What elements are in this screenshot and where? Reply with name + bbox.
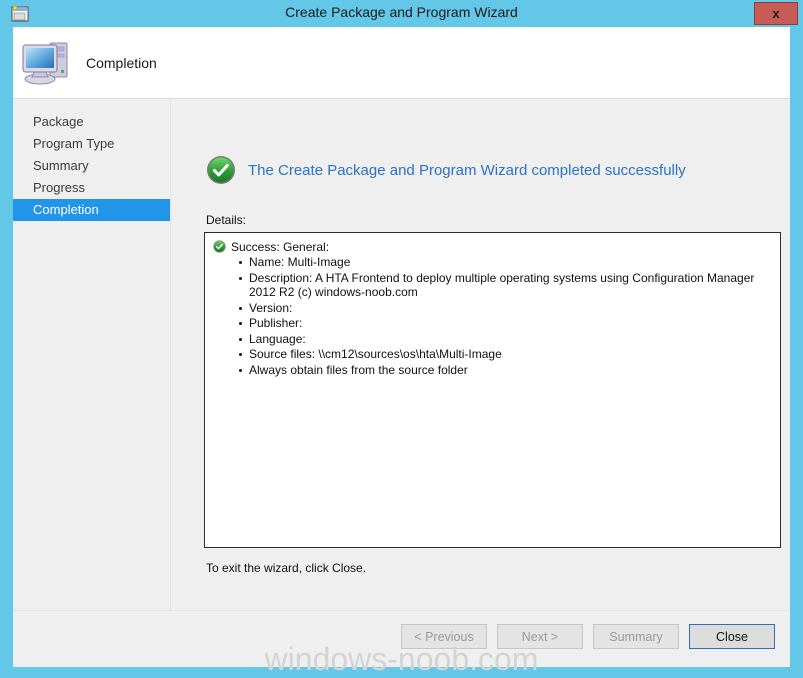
sidebar-item-completion[interactable]: Completion [13, 199, 170, 221]
green-check-circle-icon [206, 155, 236, 185]
main-panel: The Create Package and Program Wizard co… [171, 99, 790, 667]
list-item: Version: [239, 301, 772, 316]
summary-button[interactable]: Summary [593, 624, 679, 649]
sidebar-item-package[interactable]: Package [13, 111, 170, 133]
success-heading-text: The Create Package and Program Wizard co… [248, 161, 686, 179]
green-check-circle-icon [213, 240, 226, 253]
window-title: Create Package and Program Wizard [285, 4, 518, 20]
wizard-window: Create Package and Program Wizard x Comp… [0, 0, 803, 678]
list-item: Name: Multi-Image [239, 255, 772, 270]
sidebar-item-program-type[interactable]: Program Type [13, 133, 170, 155]
footer-button-group: < Previous Next > Summary Close [401, 624, 775, 649]
details-label: Details: [206, 213, 247, 227]
close-icon[interactable]: x [754, 2, 798, 25]
details-group-header: Success: General: [213, 240, 772, 254]
page-title: Completion [86, 55, 157, 71]
list-item: Description: A HTA Frontend to deploy mu… [239, 271, 772, 300]
window-frame: Completion Package Program Type Summary … [13, 27, 790, 667]
sidebar-item-progress[interactable]: Progress [13, 177, 170, 199]
previous-button[interactable]: < Previous [401, 624, 487, 649]
wizard-footer: < Previous Next > Summary Close [13, 610, 790, 667]
list-item: Always obtain files from the source fold… [239, 363, 772, 378]
title-bar: Create Package and Program Wizard x [0, 0, 803, 27]
content-area: Package Program Type Summary Progress Co… [13, 99, 790, 667]
details-group-title: Success: General: [231, 240, 330, 254]
list-item: Language: [239, 332, 772, 347]
details-item-list: Name: Multi-Image Description: A HTA Fro… [213, 255, 772, 377]
close-button[interactable]: Close [689, 624, 775, 649]
wizard-header: Completion [13, 27, 790, 99]
sidebar-item-summary[interactable]: Summary [13, 155, 170, 177]
wizard-sidebar: Package Program Type Summary Progress Co… [13, 99, 171, 667]
next-button[interactable]: Next > [497, 624, 583, 649]
details-box[interactable]: Success: General: Name: Multi-Image Desc… [204, 232, 781, 548]
computer-icon [20, 35, 76, 89]
list-item: Publisher: [239, 316, 772, 331]
success-heading-row: The Create Package and Program Wizard co… [206, 155, 686, 185]
exit-instruction: To exit the wizard, click Close. [206, 561, 367, 575]
list-item: Source files: \\cm12\sources\os\hta\Mult… [239, 347, 772, 362]
